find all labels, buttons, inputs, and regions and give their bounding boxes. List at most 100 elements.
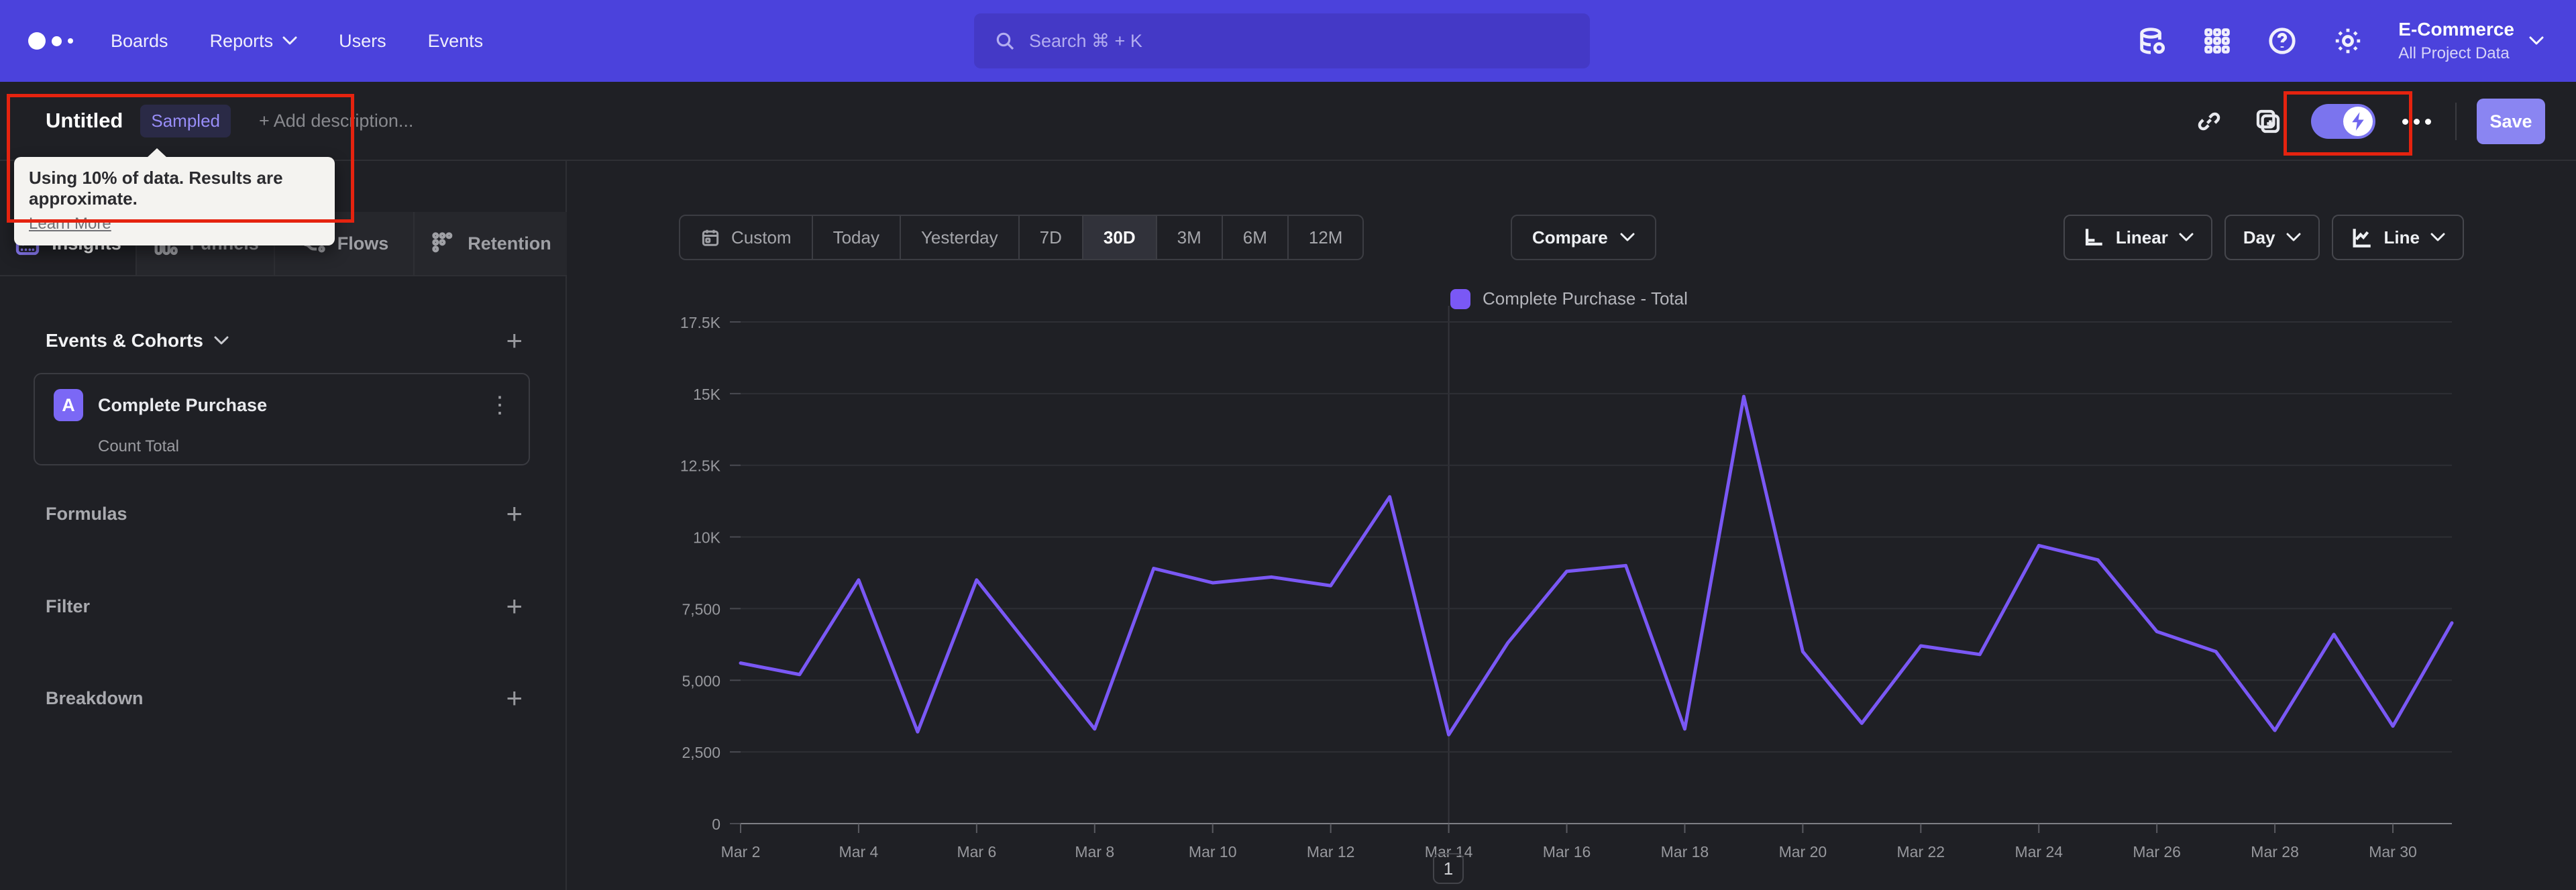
compare-button[interactable]: Compare: [1511, 215, 1656, 260]
line-chart-icon: [2353, 229, 2371, 247]
tooltip-message: Using 10% of data. Results are approxima…: [29, 168, 283, 209]
date-range-30d-label: 30D: [1103, 227, 1136, 247]
interval-label: Day: [2243, 227, 2275, 247]
main-nav: Boards Reports Users Events: [111, 31, 483, 52]
chart-page-indicator[interactable]: 1: [1433, 853, 1464, 884]
apps-grid-icon[interactable]: [2202, 26, 2232, 56]
add-to-board-icon[interactable]: [2255, 108, 2282, 135]
legend-swatch: [1450, 288, 1470, 309]
top-nav: Boards Reports Users Events Search ⌘ + K: [0, 0, 2576, 82]
events-cohorts-label: Events & Cohorts: [46, 330, 203, 351]
svg-text:15K: 15K: [693, 386, 721, 403]
svg-text:7,500: 7,500: [682, 600, 720, 618]
top-nav-right: E-Commerce All Project Data: [2137, 0, 2576, 82]
event-card[interactable]: A Complete Purchase ⋮ Count Total: [34, 373, 530, 465]
nav-boards[interactable]: Boards: [111, 31, 168, 52]
nav-reports-label: Reports: [209, 30, 274, 51]
svg-text:0: 0: [712, 816, 720, 833]
date-range-custom-label: Custom: [731, 227, 792, 247]
svg-text:Mar 4: Mar 4: [839, 843, 879, 860]
settings-gear-icon[interactable]: [2332, 25, 2363, 56]
linear-axis-icon: [2085, 229, 2102, 246]
chevron-down-icon: [2430, 233, 2445, 241]
event-options-icon[interactable]: ⋮: [488, 393, 511, 416]
chevron-down-icon: [1620, 233, 1635, 241]
scale-selector[interactable]: Linear: [2063, 215, 2212, 260]
event-letter-badge: A: [54, 389, 83, 421]
date-range-control: Custom Today Yesterday 7D 30D 3M 6M 12M: [679, 215, 1364, 260]
svg-text:Mar 8: Mar 8: [1075, 843, 1114, 860]
formulas-section-label: Formulas: [46, 503, 127, 524]
add-filter-button[interactable]: +: [506, 592, 523, 620]
learn-more-link[interactable]: Learn More: [29, 215, 111, 233]
project-scope: All Project Data: [2398, 44, 2510, 62]
save-button[interactable]: Save: [2477, 99, 2545, 144]
date-range-7d[interactable]: 7D: [1018, 216, 1082, 259]
svg-text:Mar 2: Mar 2: [721, 843, 761, 860]
nav-users[interactable]: Users: [339, 31, 386, 52]
data-management-icon[interactable]: [2137, 25, 2167, 56]
lightning-bolt-icon: [2343, 107, 2373, 136]
date-range-today[interactable]: Today: [811, 216, 900, 259]
chart-legend[interactable]: Complete Purchase - Total: [1450, 288, 1688, 309]
svg-text:10K: 10K: [693, 529, 721, 547]
interval-selector[interactable]: Day: [2224, 215, 2320, 260]
breakdown-section-label: Breakdown: [46, 687, 144, 708]
copy-link-icon[interactable]: [2196, 108, 2222, 135]
sampling-tooltip: Using 10% of data. Results are approxima…: [14, 148, 335, 245]
add-description-field[interactable]: + Add description...: [259, 111, 413, 131]
date-range-3m[interactable]: 3M: [1155, 216, 1222, 259]
chevron-down-icon: [2529, 36, 2544, 45]
nav-events[interactable]: Events: [428, 31, 484, 52]
mixpanel-logo-icon[interactable]: [28, 32, 73, 50]
sampling-toggle[interactable]: [2311, 104, 2375, 139]
date-range-12m[interactable]: 12M: [1287, 216, 1363, 259]
divider: [2455, 103, 2457, 140]
tooltip-arrow: [147, 148, 167, 158]
date-range-6m-label: 6M: [1242, 227, 1267, 247]
date-range-yesterday-label: Yesterday: [920, 227, 998, 247]
add-event-button[interactable]: +: [506, 327, 523, 355]
svg-text:Mar 16: Mar 16: [1543, 843, 1591, 860]
tab-retention[interactable]: Retention: [413, 212, 567, 275]
date-range-custom[interactable]: Custom: [680, 216, 812, 259]
date-range-7d-label: 7D: [1039, 227, 1062, 247]
svg-text:Mar 20: Mar 20: [1779, 843, 1827, 860]
date-range-today-label: Today: [833, 227, 879, 247]
search-input[interactable]: Search ⌘ + K: [974, 13, 1590, 68]
tab-flows-label: Flows: [337, 233, 389, 254]
report-title[interactable]: Untitled: [46, 109, 123, 133]
project-name: E-Commerce: [2398, 19, 2514, 40]
report-title-bar: Untitled Sampled + Add description... Sa…: [0, 82, 2576, 161]
add-formula-button[interactable]: +: [506, 500, 523, 528]
retention-icon: [432, 232, 453, 253]
date-range-3m-label: 3M: [1177, 227, 1201, 247]
chart-display-controls: Linear Day Line: [2063, 215, 2464, 260]
more-options-icon[interactable]: [2402, 118, 2431, 125]
filter-section-label: Filter: [46, 596, 91, 616]
event-metric[interactable]: Count Total: [98, 437, 529, 456]
legend-label: Complete Purchase - Total: [1483, 288, 1688, 309]
date-range-yesterday[interactable]: Yesterday: [899, 216, 1018, 259]
nav-reports[interactable]: Reports: [210, 31, 298, 52]
date-range-12m-label: 12M: [1308, 227, 1343, 247]
search-icon: [996, 32, 1014, 50]
events-cohorts-header[interactable]: Events & Cohorts: [46, 330, 229, 351]
title-bar-actions: Save: [2196, 82, 2576, 161]
sampled-badge[interactable]: Sampled: [140, 104, 231, 137]
svg-text:Mar 12: Mar 12: [1307, 843, 1355, 860]
tab-retention-label: Retention: [468, 233, 551, 254]
chevron-down-icon: [2179, 233, 2194, 241]
svg-text:Mar 10: Mar 10: [1189, 843, 1237, 860]
search-placeholder: Search ⌘ + K: [1029, 30, 1142, 51]
calendar-icon: [702, 229, 719, 246]
date-range-30d[interactable]: 30D: [1081, 216, 1156, 259]
help-icon[interactable]: [2267, 25, 2298, 56]
date-range-6m[interactable]: 6M: [1221, 216, 1287, 259]
svg-text:Mar 28: Mar 28: [2251, 843, 2299, 860]
add-breakdown-button[interactable]: +: [506, 684, 523, 712]
svg-text:Mar 22: Mar 22: [1897, 843, 1945, 860]
chart-type-selector[interactable]: Line: [2331, 215, 2464, 260]
svg-text:Mar 30: Mar 30: [2369, 843, 2417, 860]
project-selector[interactable]: E-Commerce All Project Data: [2398, 19, 2544, 63]
